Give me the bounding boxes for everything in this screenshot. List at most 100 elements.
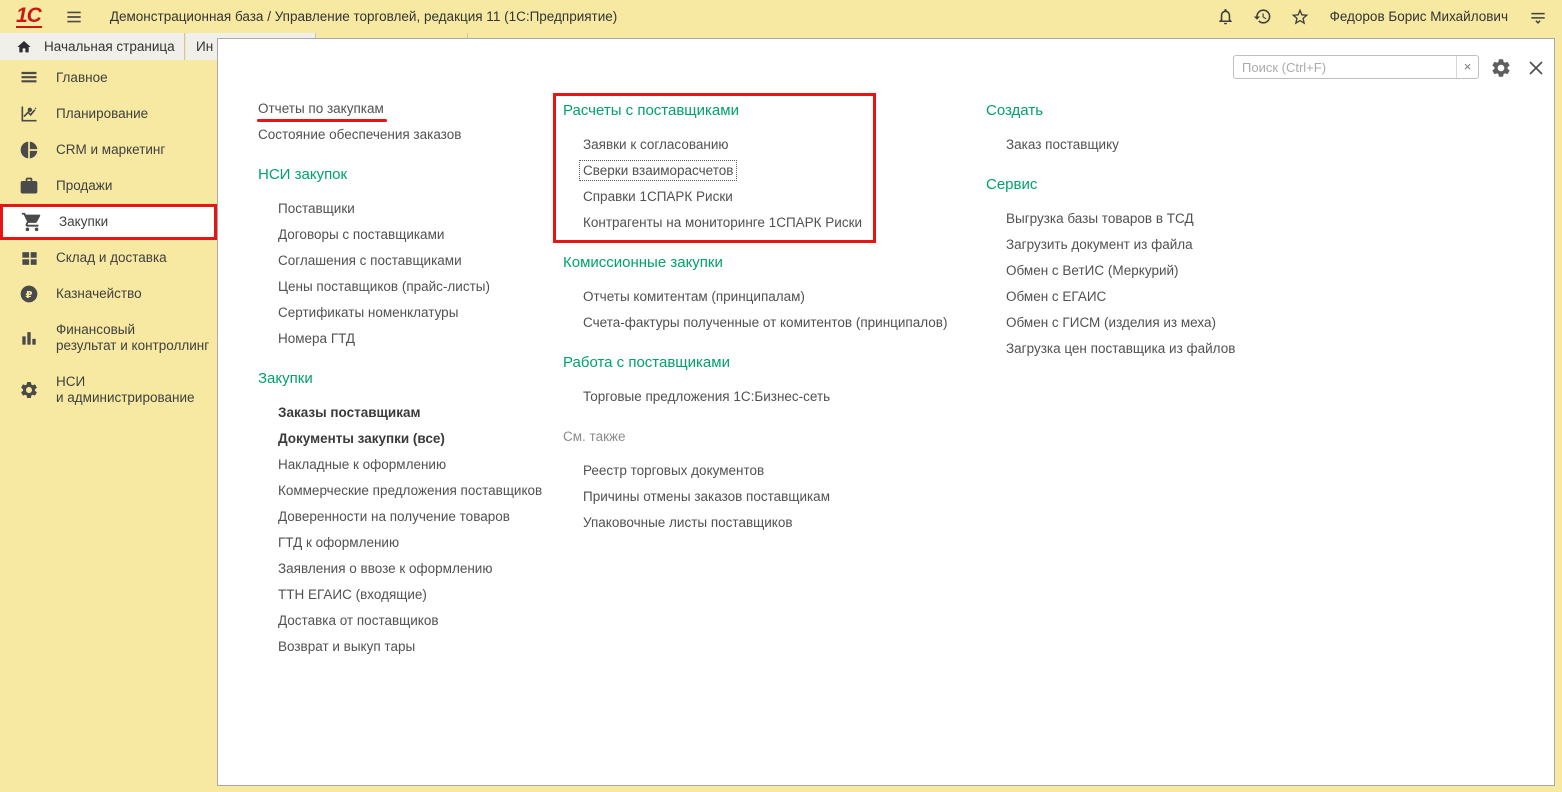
menu-link-label: Состояние обеспечения заказов <box>258 126 462 142</box>
history-icon[interactable] <box>1253 7 1272 26</box>
close-icon[interactable] <box>1524 56 1548 80</box>
sidebar-item-label: CRM и маркетинг <box>56 142 166 157</box>
menu-link[interactable]: Отчеты комитентам (принципалам) <box>563 283 993 309</box>
menu-link[interactable]: Загрузить документ из файла <box>986 231 1316 257</box>
settings-gear-icon[interactable] <box>1490 57 1512 79</box>
menu-link[interactable]: Отчеты по закупкам <box>257 95 558 122</box>
menu-link[interactable]: Заказы поставщикам <box>258 399 558 425</box>
menu-link[interactable]: Контрагенты на мониторинге 1СПАРК Риски <box>563 209 993 235</box>
menu-link[interactable]: Обмен с ЕГАИС <box>986 283 1316 309</box>
menu-link[interactable]: Сверки взаиморасчетов <box>563 157 993 183</box>
tab-home-page[interactable]: Начальная страница <box>0 33 185 60</box>
section-command-panel: × Отчеты по закупкам Состояние обеспечени… <box>217 38 1555 786</box>
menu-link[interactable]: Договоры с поставщиками <box>258 221 558 247</box>
menu-link[interactable]: Справки 1СПАРК Риски <box>563 183 993 209</box>
menu-link-label: Накладные к оформлению <box>278 456 447 472</box>
sidebar-item-planirovanie[interactable]: Планирование <box>0 96 217 132</box>
search-input[interactable] <box>1233 55 1479 79</box>
sidebar-item-label: Закупки <box>59 214 109 229</box>
menu-link-label: Возврат и выкуп тары <box>278 638 416 654</box>
menu-link[interactable]: Обмен с ВетИС (Меркурий) <box>986 257 1316 283</box>
menu-link-label: Обмен с ГИСМ (изделия из меха) <box>1006 314 1216 330</box>
group-komissionnye: Комиссионные закупки Отчеты комитентам (п… <box>563 247 993 335</box>
group-header-sozdat: Создать <box>986 102 1044 119</box>
search-clear-icon[interactable]: × <box>1456 56 1478 78</box>
menu-link[interactable]: Цены поставщиков (прайс-листы) <box>258 273 558 299</box>
ruble-icon: ₽ <box>18 283 40 305</box>
menu-link-label: Справки 1СПАРК Риски <box>583 188 733 204</box>
bell-icon[interactable] <box>1216 7 1235 26</box>
group-header-servis: Сервис <box>986 176 1038 193</box>
search-box: × <box>1233 55 1479 79</box>
hamburger-menu-icon[interactable] <box>64 7 84 27</box>
menu-link[interactable]: Документы закупки (все) <box>258 425 558 451</box>
favorites-star-icon[interactable] <box>1290 7 1310 27</box>
menu-link-label: Причины отмены заказов поставщикам <box>583 488 830 504</box>
user-menu-icon[interactable] <box>1528 7 1548 27</box>
briefcase-icon <box>18 175 40 197</box>
menu-link-label: Отчеты комитентам (принципалам) <box>583 288 805 304</box>
menu-link-label: Упаковочные листы поставщиков <box>583 514 793 530</box>
warehouse-grid-icon <box>18 247 40 269</box>
current-user-name[interactable]: Федоров Борис Михайлович <box>1328 9 1510 24</box>
tab-label: Ин <box>196 39 214 54</box>
sidebar-item-label: НСИ и администрирование <box>56 374 195 405</box>
menu-link-label: Цены поставщиков (прайс-листы) <box>278 278 490 294</box>
menu-link-label: Поставщики <box>278 200 355 216</box>
sidebar-item-label: Склад и доставка <box>56 250 167 265</box>
menu-link[interactable]: ГТД к оформлению <box>258 529 558 555</box>
menu-link[interactable]: Обмен с ГИСМ (изделия из меха) <box>986 309 1316 335</box>
menu-link[interactable]: Коммерческие предложения поставщиков <box>258 477 558 503</box>
menu-link-label: Договоры с поставщиками <box>278 226 445 242</box>
menu-link-label: Обмен с ЕГАИС <box>1006 288 1107 304</box>
sidebar-item-label: Финансовый результат и контроллинг <box>56 322 210 353</box>
group-zakupki: Закупки Заказы поставщикам Документы закуп… <box>258 363 558 659</box>
menu-link[interactable]: Заказ поставщику <box>986 131 1316 157</box>
group-header-sm-takzhe: См. также <box>563 429 626 444</box>
sidebar-item-sklad[interactable]: Склад и доставка <box>0 240 217 276</box>
menu-link-label: Доверенности на получение товаров <box>278 508 510 524</box>
1c-logo-icon: 1С <box>16 3 42 28</box>
links-column-3: Создать Заказ поставщику Сервис Выгрузка ба… <box>986 95 1316 373</box>
group-header-zakupki: Закупки <box>258 370 313 387</box>
links-column-1: Отчеты по закупкам Состояние обеспечения … <box>257 95 558 671</box>
menu-link[interactable]: Доверенности на получение товаров <box>258 503 558 529</box>
menu-link[interactable]: Реестр торговых документов <box>563 457 993 483</box>
sidebar-item-kaznacheystvo[interactable]: ₽ Казначейство <box>0 276 217 312</box>
group-rabota: Работа с поставщиками Торговые предложени… <box>563 347 993 409</box>
menu-link[interactable]: Упаковочные листы поставщиков <box>563 509 993 535</box>
home-icon <box>16 39 32 55</box>
menu-link[interactable]: Счета-фактуры полученные от комитентов (… <box>563 309 993 335</box>
menu-link-label: Заявки к согласованию <box>583 136 729 152</box>
sidebar-item-nsi[interactable]: НСИ и администрирование <box>0 364 217 416</box>
menu-link[interactable]: Состояние обеспечения заказов <box>258 121 558 147</box>
menu-link[interactable]: Заявления о ввозе к оформлению <box>258 555 558 581</box>
sidebar-item-finrezultat[interactable]: Финансовый результат и контроллинг <box>0 312 217 364</box>
group-header-raschety: Расчеты с поставщиками <box>563 102 739 119</box>
menu-link[interactable]: Торговые предложения 1С:Бизнес-сеть <box>563 383 993 409</box>
menu-link[interactable]: Соглашения с поставщиками <box>258 247 558 273</box>
sidebar-item-label: Главное <box>56 70 108 85</box>
sidebar-item-glavnoe[interactable]: Главное <box>0 60 217 96</box>
menu-link[interactable]: Загрузка цен поставщика из файлов <box>986 335 1316 361</box>
menu-link[interactable]: Заявки к согласованию <box>563 131 993 157</box>
sidebar-item-label: Продажи <box>56 178 113 193</box>
pie-chart-icon <box>18 139 40 161</box>
group-header-komissionnye: Комиссионные закупки <box>563 254 723 271</box>
menu-link-label: Номера ГТД <box>278 330 356 346</box>
sidebar-item-prodazhi[interactable]: Продажи <box>0 168 217 204</box>
menu-link[interactable]: Номера ГТД <box>258 325 558 351</box>
menu-link[interactable]: Доставка от поставщиков <box>258 607 558 633</box>
menu-link-label: Документы закупки (все) <box>278 430 445 446</box>
sidebar-item-zakupki[interactable]: Закупки <box>0 204 217 240</box>
menu-link[interactable]: Возврат и выкуп тары <box>258 633 558 659</box>
menu-link[interactable]: Сертификаты номенклатуры <box>258 299 558 325</box>
group-sozdat: Создать Заказ поставщику <box>986 95 1316 157</box>
menu-link[interactable]: ТТН ЕГАИС (входящие) <box>258 581 558 607</box>
menu-link-label: Заказ поставщику <box>1006 136 1119 152</box>
menu-link[interactable]: Поставщики <box>258 195 558 221</box>
sidebar-item-crm[interactable]: CRM и маркетинг <box>0 132 217 168</box>
menu-link[interactable]: Причины отмены заказов поставщикам <box>563 483 993 509</box>
menu-link[interactable]: Накладные к оформлению <box>258 451 558 477</box>
menu-link[interactable]: Выгрузка базы товаров в ТСД <box>986 205 1316 231</box>
